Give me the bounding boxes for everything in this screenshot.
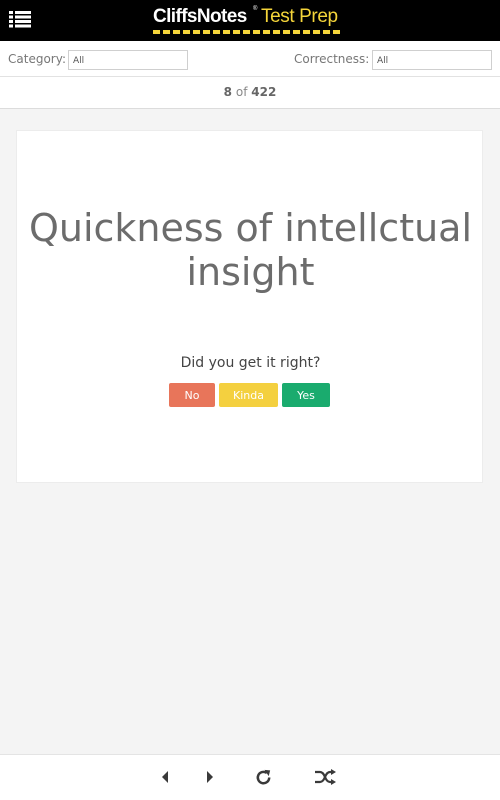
correctness-label: Correctness: [294,52,370,66]
logo-product: Test Prep [261,6,338,27]
logo-caution-stripe [153,30,340,34]
card-counter: 8 of 422 [0,77,500,109]
filter-bar: Category: All Correctness: All [0,41,500,77]
logo-registered-mark: ® [253,6,258,12]
counter-of: of [235,85,248,99]
card-term: Quickness of intellctual insight [28,206,473,294]
flashcard[interactable]: Quickness of intellctual insight Did you… [16,130,483,483]
shuffle-icon[interactable] [314,769,336,789]
self-assessment-question: Did you get it right? [180,355,321,371]
kinda-button[interactable]: Kinda [219,383,278,407]
bottom-toolbar [0,754,500,800]
previous-icon[interactable] [160,769,170,788]
counter-total: 422 [251,85,277,99]
app-logo: CliffsNotes ® Test Prep [153,3,353,37]
refresh-icon[interactable] [254,768,273,791]
category-label: Category: [8,52,66,66]
app-header: CliffsNotes ® Test Prep [0,0,500,41]
counter-current: 8 [223,85,233,99]
no-button[interactable]: No [169,383,215,407]
yes-button[interactable]: Yes [282,383,330,407]
next-icon[interactable] [205,769,215,788]
correctness-select[interactable]: All [372,50,492,70]
logo-brand: CliffsNotes [153,6,247,27]
menu-list-icon[interactable] [9,10,31,28]
category-select[interactable]: All [68,50,188,70]
